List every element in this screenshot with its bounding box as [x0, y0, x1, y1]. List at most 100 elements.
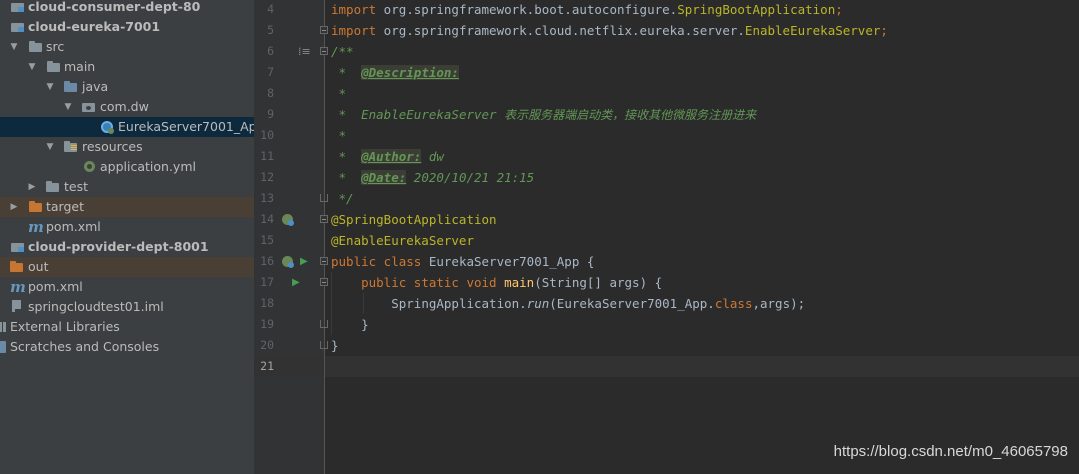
tree-item-external-libraries[interactable]: External Libraries — [0, 317, 254, 337]
editor-gutter[interactable]: 4 5 6 7 8 9 10 11 12 13 14 15 16 17 18 1… — [254, 0, 328, 474]
code-line[interactable]: SpringApplication.run(EurekaServer7001_A… — [331, 293, 805, 314]
chevron-down-icon[interactable]: ▼ — [63, 97, 73, 117]
tree-item-cloud-eureka-7001[interactable]: cloud-eureka-7001 — [0, 17, 254, 37]
code-line[interactable]: } — [331, 335, 339, 356]
code-line[interactable]: import org.springframework.boot.autoconf… — [331, 0, 843, 20]
line-number: 16 — [260, 254, 274, 268]
tree-item-out[interactable]: out — [0, 257, 254, 277]
tree-item-application-yml[interactable]: application.yml — [0, 157, 254, 177]
code-line[interactable]: * EnableEurekaServer 表示服务器端启动类，接收其他微服务注册… — [331, 104, 757, 125]
code-editor[interactable]: 4 5 6 7 8 9 10 11 12 13 14 15 16 17 18 1… — [254, 0, 1079, 474]
folder-icon — [46, 177, 60, 197]
code-line[interactable]: @SpringBootApplication — [331, 209, 497, 230]
fold-end-marker[interactable] — [320, 341, 328, 349]
tree-item-target[interactable]: ▶ target — [0, 197, 254, 217]
module-icon — [11, 17, 25, 37]
chevron-down-icon[interactable]: ▼ — [9, 37, 19, 57]
line-number: 19 — [260, 317, 274, 331]
line-number: 6 — [267, 44, 274, 58]
tree-item-cloud-consumer-dept-80[interactable]: cloud-consumer-dept-80 — [0, 0, 254, 17]
tree-item-com-dw[interactable]: ▼ com.dw — [0, 97, 254, 117]
tree-item-scratches-and-consoles[interactable]: Scratches and Consoles — [0, 337, 254, 357]
render-doc-icon[interactable]: ⁞≡ — [298, 41, 311, 62]
tree-item-eurekaserver7001-app[interactable]: EurekaServer7001_App — [0, 117, 254, 137]
tree-item-test[interactable]: ▶ test — [0, 177, 254, 197]
tree-item-label: springcloudtest01.iml — [28, 299, 164, 314]
code-line[interactable]: @EnableEurekaServer — [331, 230, 474, 251]
package-icon — [82, 97, 96, 117]
line-number: 11 — [260, 149, 274, 163]
maven-icon: m — [28, 218, 44, 236]
source-folder-icon — [64, 77, 78, 97]
code-line[interactable]: */ — [331, 188, 354, 209]
fold-marker[interactable] — [320, 26, 328, 34]
tree-item-pom-xml[interactable]: m pom.xml — [0, 217, 254, 237]
spring-bean-icon[interactable] — [282, 251, 295, 272]
chevron-down-icon[interactable]: ▼ — [45, 137, 55, 157]
tree-item-label: pom.xml — [28, 279, 83, 294]
tree-item-main[interactable]: ▼ main — [0, 57, 254, 77]
tree-item-springcloudtest01-iml[interactable]: springcloudtest01.iml — [0, 297, 254, 317]
code-line[interactable]: * @Description: — [331, 62, 459, 83]
code-line[interactable]: public static void main(String[] args) { — [331, 272, 662, 293]
run-icon[interactable]: ▶ — [300, 251, 308, 272]
code-line[interactable]: * — [331, 83, 347, 104]
tree-item-label: resources — [82, 139, 143, 154]
code-line[interactable]: import org.springframework.cloud.netflix… — [331, 20, 888, 41]
tree-item-cloud-provider-dept-8001[interactable]: cloud-provider-dept-8001 — [0, 237, 254, 257]
excluded-folder-icon — [10, 257, 24, 277]
line-number: 4 — [267, 2, 274, 16]
watermark-text: https://blog.csdn.net/m0_46065798 — [833, 443, 1068, 460]
fold-end-marker[interactable] — [320, 194, 328, 202]
fold-end-marker[interactable] — [320, 320, 328, 328]
fold-marker[interactable] — [320, 47, 328, 55]
code-line[interactable]: * @Date: 2020/10/21 21:15 — [331, 167, 534, 188]
spring-bean-icon[interactable] — [282, 209, 295, 230]
code-line[interactable]: } — [331, 314, 369, 335]
resources-folder-icon — [64, 137, 78, 157]
line-number: 8 — [267, 86, 274, 100]
fold-marker[interactable] — [320, 278, 328, 286]
tree-item-root-pom-xml[interactable]: m pom.xml — [0, 277, 254, 297]
tree-item-label: cloud-eureka-7001 — [28, 19, 161, 34]
tree-item-label: External Libraries — [10, 319, 120, 334]
tree-item-label: cloud-consumer-dept-80 — [28, 0, 201, 14]
current-line-highlight — [254, 356, 1079, 377]
tree-item-java[interactable]: ▼ java — [0, 77, 254, 97]
tree-item-label: test — [64, 179, 89, 194]
tree-item-label: EurekaServer7001_App — [118, 119, 254, 134]
code-line[interactable]: * @Author: dw — [331, 146, 444, 167]
spring-class-icon — [101, 117, 115, 137]
chevron-down-icon[interactable]: ▼ — [27, 57, 37, 77]
fold-marker[interactable] — [320, 257, 328, 265]
project-tree-panel[interactable]: cloud-consumer-dept-80 cloud-eureka-7001… — [0, 0, 254, 474]
code-line[interactable]: public class EurekaServer7001_App { — [331, 251, 594, 272]
scratch-icon — [0, 337, 9, 357]
tree-item-label: java — [82, 79, 109, 94]
tree-item-label: com.dw — [100, 99, 149, 114]
code-line[interactable]: /** — [331, 41, 354, 62]
library-icon — [0, 317, 8, 337]
run-icon[interactable]: ▶ — [292, 272, 300, 293]
chevron-down-icon[interactable]: ▼ — [45, 77, 55, 97]
maven-icon: m — [10, 278, 26, 296]
tree-item-resources[interactable]: ▼ resources — [0, 137, 254, 157]
fold-marker[interactable] — [320, 215, 328, 223]
line-number: 12 — [260, 170, 274, 184]
chevron-right-icon[interactable]: ▶ — [9, 197, 19, 217]
line-number: 5 — [267, 23, 274, 37]
tree-item-label: target — [46, 199, 85, 214]
module-icon — [11, 237, 25, 257]
chevron-right-icon[interactable]: ▶ — [27, 177, 37, 197]
line-number: 14 — [260, 212, 274, 226]
tree-item-label: main — [64, 59, 96, 74]
tree-item-label: pom.xml — [46, 219, 101, 234]
line-number: 7 — [267, 65, 274, 79]
line-number-current: 21 — [260, 359, 274, 373]
tree-item-src[interactable]: ▼ src — [0, 37, 254, 57]
line-number: 18 — [260, 296, 274, 310]
code-line[interactable]: * — [331, 125, 347, 146]
line-number: 15 — [260, 233, 274, 247]
line-number: 20 — [260, 338, 274, 352]
tree-item-label: application.yml — [100, 159, 196, 174]
